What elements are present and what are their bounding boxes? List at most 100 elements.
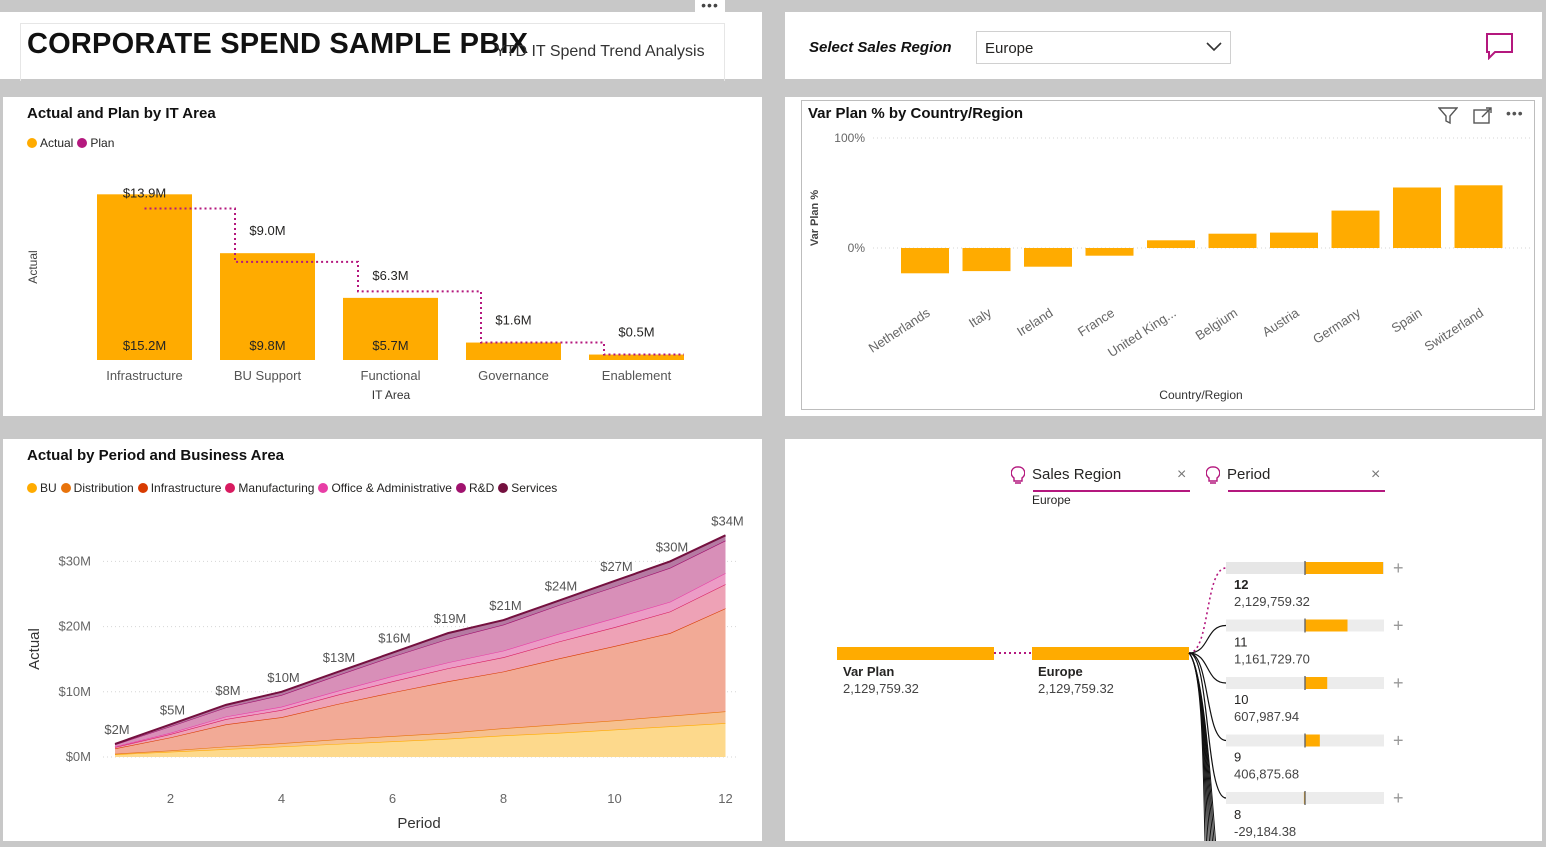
node-bar — [1305, 619, 1348, 632]
node-label: 9 — [1234, 750, 1241, 765]
total-data-label: $10M — [267, 670, 300, 685]
x-tick-label: Belgium — [1193, 305, 1241, 343]
bar-var-plan — [962, 248, 1011, 272]
node-value: 607,987.94 — [1234, 709, 1299, 724]
x-tick-label: Ireland — [1014, 305, 1056, 339]
x-tick-label: 12 — [718, 791, 732, 806]
actual-data-label: $5.7M — [372, 338, 408, 353]
x-tick-label: Italy — [966, 305, 995, 331]
bar-var-plan — [1454, 185, 1503, 248]
bar-var-plan — [1147, 240, 1195, 248]
decomp-tree: Var Plan 2,129,759.32 Europe 2,129,759.32 +1… — [837, 558, 1404, 841]
y-tick-label: 100% — [834, 131, 865, 145]
report-subtitle: YTD IT Spend Trend Analysis — [495, 43, 705, 60]
x-tick-label: Switzerland — [1422, 305, 1487, 354]
level1-value: 2,129,759.32 — [1038, 681, 1114, 696]
x-tick-label: Enablement — [602, 368, 672, 383]
node-connector — [1188, 624, 1227, 654]
y-tick-label: $30M — [58, 553, 91, 568]
x-tick-label: 6 — [389, 791, 396, 806]
node-label: 10 — [1234, 692, 1248, 707]
total-data-label: $21M — [489, 598, 522, 613]
x-axis-label: IT Area — [372, 388, 411, 402]
decomp-tree-panel: Sales Region × Europe Period × Var Plan 2… — [785, 439, 1542, 841]
total-data-label: $5M — [160, 702, 185, 717]
x-tick-label: 10 — [607, 791, 621, 806]
bar-var-plan — [1024, 248, 1072, 267]
total-data-label: $27M — [600, 559, 633, 574]
y-tick-label: $0M — [66, 749, 91, 764]
node-label: 12 — [1234, 577, 1248, 592]
plan-data-label: $9.0M — [249, 223, 285, 238]
x-axis-label: Period — [397, 815, 440, 832]
plus-icon: + — [1393, 788, 1404, 808]
plus-icon: + — [1393, 616, 1404, 636]
sales-region-dropdown[interactable]: Europe — [976, 31, 1231, 64]
area-chart-panel: Actual by Period and Business Area BU Dis… — [3, 439, 762, 841]
y-axis-label: Var Plan % — [809, 190, 821, 246]
x-tick-label: United King... — [1105, 305, 1179, 360]
bar-actual — [466, 342, 561, 360]
node-label: 8 — [1234, 807, 1241, 822]
x-tick-label: 4 — [278, 791, 285, 806]
total-data-label: $30M — [656, 539, 689, 554]
node-value: 2,129,759.32 — [1234, 594, 1310, 609]
bar-var-plan — [1270, 232, 1318, 248]
node-bar — [1305, 677, 1328, 689]
bar-var-plan — [1393, 187, 1441, 248]
root-label: Var Plan — [843, 664, 894, 679]
slicer-label: Select Sales Region — [809, 39, 952, 56]
node-value: 1,161,729.70 — [1234, 652, 1310, 667]
dropdown-value: Europe — [985, 40, 1034, 57]
total-data-label: $8M — [215, 683, 240, 698]
plus-icon: + — [1393, 558, 1404, 578]
y-tick-label: 0% — [848, 241, 866, 255]
total-data-label: $13M — [323, 650, 356, 665]
total-data-label: $34M — [711, 513, 744, 528]
x-tick-label: Functional — [361, 368, 421, 383]
plan-data-label: $6.3M — [372, 268, 408, 283]
node-bar — [1305, 734, 1320, 747]
header-panel: CORPORATE SPEND SAMPLE PBIX YTD IT Spend… — [0, 12, 762, 81]
plus-icon: + — [1393, 673, 1404, 693]
plan-data-label: $13.9M — [123, 185, 166, 200]
y-axis-label: Actual — [26, 250, 40, 283]
comment-icon[interactable] — [1485, 32, 1515, 60]
total-data-label: $24M — [545, 579, 578, 594]
node-value: -29,184.38 — [1234, 824, 1296, 839]
var-plan-panel: Var Plan % by Country/Region ••• 100% 0% V… — [785, 97, 1542, 416]
x-tick-label: Germany — [1310, 305, 1363, 347]
actual-plan-panel: Actual and Plan by IT Area Actual Plan A… — [3, 97, 762, 416]
node-label: 11 — [1234, 635, 1248, 650]
plan-data-label: $0.5M — [618, 325, 654, 340]
root-bar — [837, 647, 994, 660]
total-data-label: $2M — [104, 722, 129, 737]
report-title: CORPORATE SPEND SAMPLE PBIX — [27, 28, 529, 60]
x-tick-label: Governance — [478, 368, 549, 383]
slicer-panel: Select Sales Region Europe — [785, 12, 1542, 79]
root-value: 2,129,759.32 — [843, 681, 919, 696]
var-plan-chart: 100% 0% Var Plan % Netherlands Italy Ireland F… — [809, 131, 1533, 402]
y-axis-label: Actual — [26, 628, 43, 670]
total-data-label: $19M — [434, 611, 467, 626]
chevron-down-icon[interactable] — [1206, 41, 1222, 53]
plan-data-label: $1.6M — [495, 313, 531, 328]
bar-var-plan — [1331, 210, 1380, 248]
bar-var-plan — [901, 248, 949, 274]
bar-actual — [97, 194, 192, 360]
level1-bar — [1032, 647, 1189, 660]
y-tick-label: $10M — [58, 684, 91, 699]
total-data-label: $16M — [378, 631, 411, 646]
actual-plan-chart: Actual $13.9M $15.2M Infrastructure $9.0M $9.… — [26, 185, 684, 402]
bar-var-plan — [1085, 248, 1134, 256]
bar-var-plan — [1208, 233, 1257, 248]
x-tick-label: Spain — [1389, 305, 1425, 336]
area-chart: $0M $10M $20M $30M 2 4 6 8 10 12 Period Actual $2M $5… — [26, 513, 744, 832]
x-tick-label: 8 — [500, 791, 507, 806]
ellipsis-icon[interactable]: ••• — [695, 0, 725, 12]
x-tick-label: France — [1075, 305, 1117, 340]
x-axis-label: Country/Region — [1159, 388, 1242, 402]
actual-data-label: $15.2M — [123, 338, 166, 353]
x-tick-label: Infrastructure — [106, 368, 183, 383]
x-tick-label: Austria — [1260, 305, 1303, 340]
